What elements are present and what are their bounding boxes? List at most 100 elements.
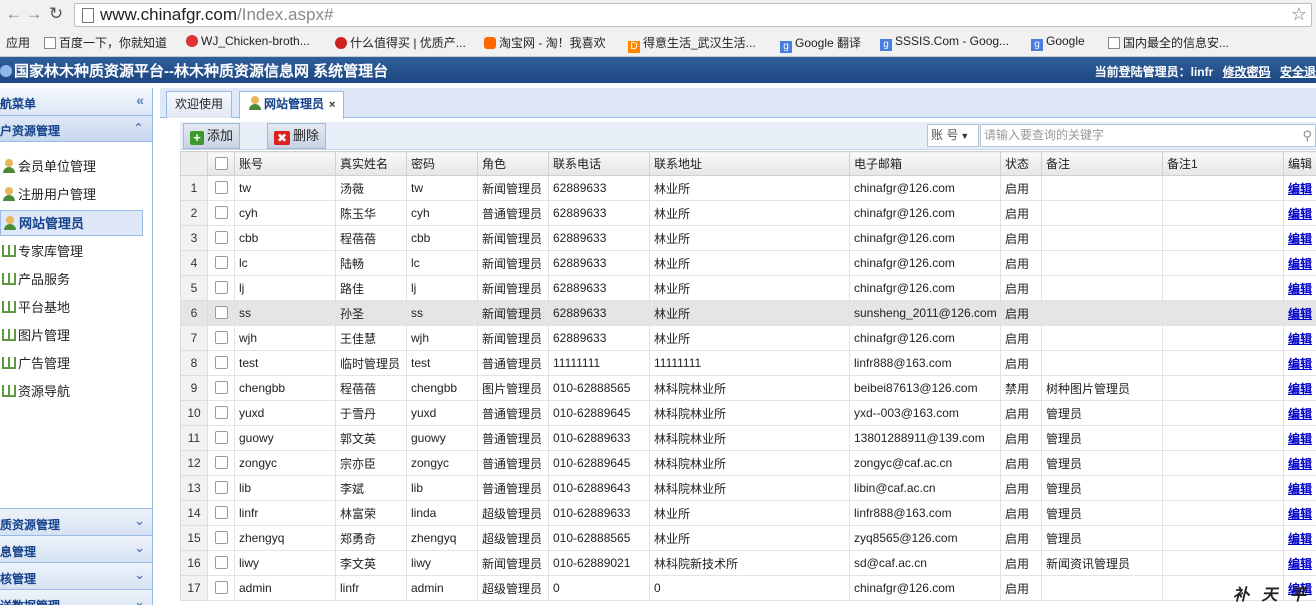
sidebar-section-data[interactable]: 送数据管理⌄: [0, 589, 152, 605]
collapse-icon[interactable]: «: [136, 92, 144, 108]
row-checkbox[interactable]: [214, 431, 228, 444]
bookmark-star-icon[interactable]: ☆: [1291, 4, 1307, 25]
row-checkbox[interactable]: [214, 531, 228, 544]
bookmark-taobao[interactable]: 淘宝网 - 淘！我喜欢: [484, 34, 606, 51]
edit-link[interactable]: 编辑: [1283, 250, 1316, 276]
column-header[interactable]: 真实姓名: [335, 151, 407, 176]
search-icon[interactable]: ⚲: [1302, 125, 1312, 146]
bookmark-baidu[interactable]: 百度一下，你就知道: [44, 34, 167, 51]
row-checkbox[interactable]: [214, 581, 228, 594]
sidebar-section-germplasm[interactable]: 质资源管理 ⌄: [0, 508, 152, 535]
table-row[interactable]: 2 cyh 陈玉华 cyh 普通管理员 62889633 林业所 chinafgr@126.c…: [180, 200, 1316, 226]
row-checkbox[interactable]: [214, 456, 228, 469]
select-all-checkbox[interactable]: [214, 156, 228, 170]
table-row[interactable]: 5 lj 路佳 lj 新闻管理员 62889633 林业所 chinafgr@126.com 启…: [180, 275, 1316, 301]
row-checkbox[interactable]: [214, 506, 228, 519]
edit-link[interactable]: 编辑: [1283, 400, 1316, 426]
sidebar-item-experts[interactable]: 专家库管理: [0, 239, 143, 265]
table-row[interactable]: 3 cbb 程蓓蓓 cbb 新闻管理员 62889633 林业所 chinafgr@126.c…: [180, 225, 1316, 251]
edit-link[interactable]: 编辑: [1283, 425, 1316, 451]
edit-link[interactable]: 编辑: [1283, 325, 1316, 351]
row-checkbox[interactable]: [214, 281, 228, 294]
table-row[interactable]: 4 lc 陆畅 lc 新闻管理员 62889633 林业所 chinafgr@126.com 启…: [180, 250, 1316, 276]
sidebar-item-site-admins[interactable]: 网站管理员: [0, 210, 143, 236]
edit-link[interactable]: 编辑: [1283, 550, 1316, 576]
search-input[interactable]: 请输入要查询的关键字 ⚲: [980, 124, 1316, 147]
edit-link[interactable]: 编辑: [1283, 175, 1316, 201]
row-checkbox[interactable]: [214, 231, 228, 244]
sidebar-section-info[interactable]: 息管理 ⌄: [0, 535, 152, 562]
bookmark-apps[interactable]: 应用: [6, 34, 30, 51]
row-checkbox[interactable]: [214, 206, 228, 219]
column-header[interactable]: 联系电话: [548, 151, 650, 176]
row-checkbox[interactable]: [214, 406, 228, 419]
edit-link[interactable]: 编辑: [1283, 200, 1316, 226]
bookmark-infosec[interactable]: 国内最全的信息安...: [1108, 34, 1229, 51]
table-row[interactable]: 14 linfr 林富荣 linda 超级管理员 010-62889633 林业所 linfr…: [180, 500, 1316, 526]
row-checkbox[interactable]: [214, 356, 228, 369]
table-row[interactable]: 12 zongyc 宗亦臣 zongyc 普通管理员 010-62889645 林科院林业所…: [180, 450, 1316, 476]
column-header[interactable]: 联系地址: [649, 151, 850, 176]
delete-button[interactable]: ✖ 删除: [267, 123, 327, 149]
bookmark-sssis[interactable]: g SSSIS.Com - Goog...: [880, 34, 1009, 51]
bookmark-deyi[interactable]: D 得意生活_武汉生活...: [628, 34, 756, 53]
edit-link[interactable]: 编辑: [1283, 500, 1316, 526]
change-password-link[interactable]: 修改密码: [1223, 65, 1271, 79]
sidebar-item-nav[interactable]: 资源导航: [0, 379, 143, 405]
tab-site-admins[interactable]: 网站管理员 ×: [239, 91, 345, 119]
table-row[interactable]: 16 liwy 李文英 liwy 新闻管理员 010-62889021 林科院新技术所 sd@…: [180, 550, 1316, 576]
column-header[interactable]: 账号: [234, 151, 336, 176]
edit-link[interactable]: 编辑: [1283, 375, 1316, 401]
bookmark-google[interactable]: g Google: [1031, 34, 1085, 51]
edit-link[interactable]: 编辑: [1283, 300, 1316, 326]
reload-icon[interactable]: ↻: [46, 4, 66, 24]
edit-link[interactable]: 编辑: [1283, 350, 1316, 376]
logout-link[interactable]: 安全退: [1280, 65, 1316, 79]
column-header[interactable]: 密码: [406, 151, 478, 176]
column-header[interactable]: 状态: [1000, 151, 1042, 176]
edit-link[interactable]: 编辑: [1283, 225, 1316, 251]
table-row[interactable]: 8 test 临时管理员 test 普通管理员 11111111 11111111 linfr…: [180, 350, 1316, 376]
sidebar-item-products[interactable]: 产品服务: [0, 267, 143, 293]
sidebar-section[interactable]: 户资源管理 ⌄: [0, 116, 152, 142]
search-field-select[interactable]: 账 号 ▼: [927, 124, 979, 147]
row-checkbox[interactable]: [214, 481, 228, 494]
row-checkbox[interactable]: [214, 331, 228, 344]
column-header[interactable]: 角色: [477, 151, 549, 176]
edit-link[interactable]: 编辑: [1283, 450, 1316, 476]
sidebar-item-ads[interactable]: 广告管理: [0, 351, 143, 377]
column-header[interactable]: 备注1: [1162, 151, 1284, 176]
close-icon[interactable]: ×: [329, 99, 335, 111]
table-row[interactable]: 15 zhengyq 郑勇奇 zhengyq 超级管理员 010-62888565 林业所 z…: [180, 525, 1316, 551]
column-header[interactable]: 编辑: [1283, 151, 1316, 176]
sidebar-item-member-units[interactable]: 会员单位管理: [0, 154, 143, 180]
table-row[interactable]: 10 yuxd 于雪丹 yuxd 普通管理员 010-62889645 林科院林业所 yxd-…: [180, 400, 1316, 426]
row-checkbox[interactable]: [214, 306, 228, 319]
edit-link[interactable]: 编辑: [1283, 475, 1316, 501]
column-header[interactable]: 备注: [1041, 151, 1163, 176]
row-checkbox[interactable]: [214, 181, 228, 194]
sidebar-item-bases[interactable]: 平台基地: [0, 295, 143, 321]
chevron-up-icon[interactable]: ⌄: [133, 119, 144, 135]
row-checkbox[interactable]: [214, 256, 228, 269]
sidebar-section-review[interactable]: 核管理 ⌄: [0, 562, 152, 589]
back-icon[interactable]: ←: [4, 4, 24, 24]
row-checkbox[interactable]: [214, 556, 228, 569]
tab-welcome[interactable]: 欢迎使用: [166, 91, 233, 118]
table-row[interactable]: 11 guowy 郭文英 guowy 普通管理员 010-62889633 林科院林业所 13…: [180, 425, 1316, 451]
sidebar-item-registered-users[interactable]: 注册用户管理: [0, 182, 143, 208]
column-header[interactable]: 电子邮箱: [849, 151, 1001, 176]
forward-icon[interactable]: →: [24, 4, 44, 24]
table-row[interactable]: 17 admin linfr admin 超级管理员 0 0 chinafgr@126.com…: [180, 575, 1316, 601]
table-row[interactable]: 6 ss 孙圣 ss 新闻管理员 62889633 林业所 sunsheng_2011@126…: [180, 300, 1316, 326]
table-row[interactable]: 13 lib 李斌 lib 普通管理员 010-62889643 林科院林业所 libin@c…: [180, 475, 1316, 501]
table-row[interactable]: 7 wjh 王佳慧 wjh 新闻管理员 62889633 林业所 chinafgr@126.c…: [180, 325, 1316, 351]
bookmark-google-translate[interactable]: g Google 翻译: [780, 34, 861, 53]
table-row[interactable]: 1 tw 汤薇 tw 新闻管理员 62889633 林业所 chinafgr@126.com 启…: [180, 175, 1316, 201]
table-row[interactable]: 9 chengbb 程蓓蓓 chengbb 图片管理员 010-62888565 林科院林业…: [180, 375, 1316, 401]
row-checkbox[interactable]: [214, 381, 228, 394]
edit-link[interactable]: 编辑: [1283, 525, 1316, 551]
bookmark-smzdm[interactable]: 什么值得买 | 优质产...: [335, 34, 466, 51]
bookmark-weibo[interactable]: WJ_Chicken-broth...: [186, 34, 310, 48]
address-bar[interactable]: www.chinafgr.com/Index.aspx# ☆: [74, 3, 1312, 27]
